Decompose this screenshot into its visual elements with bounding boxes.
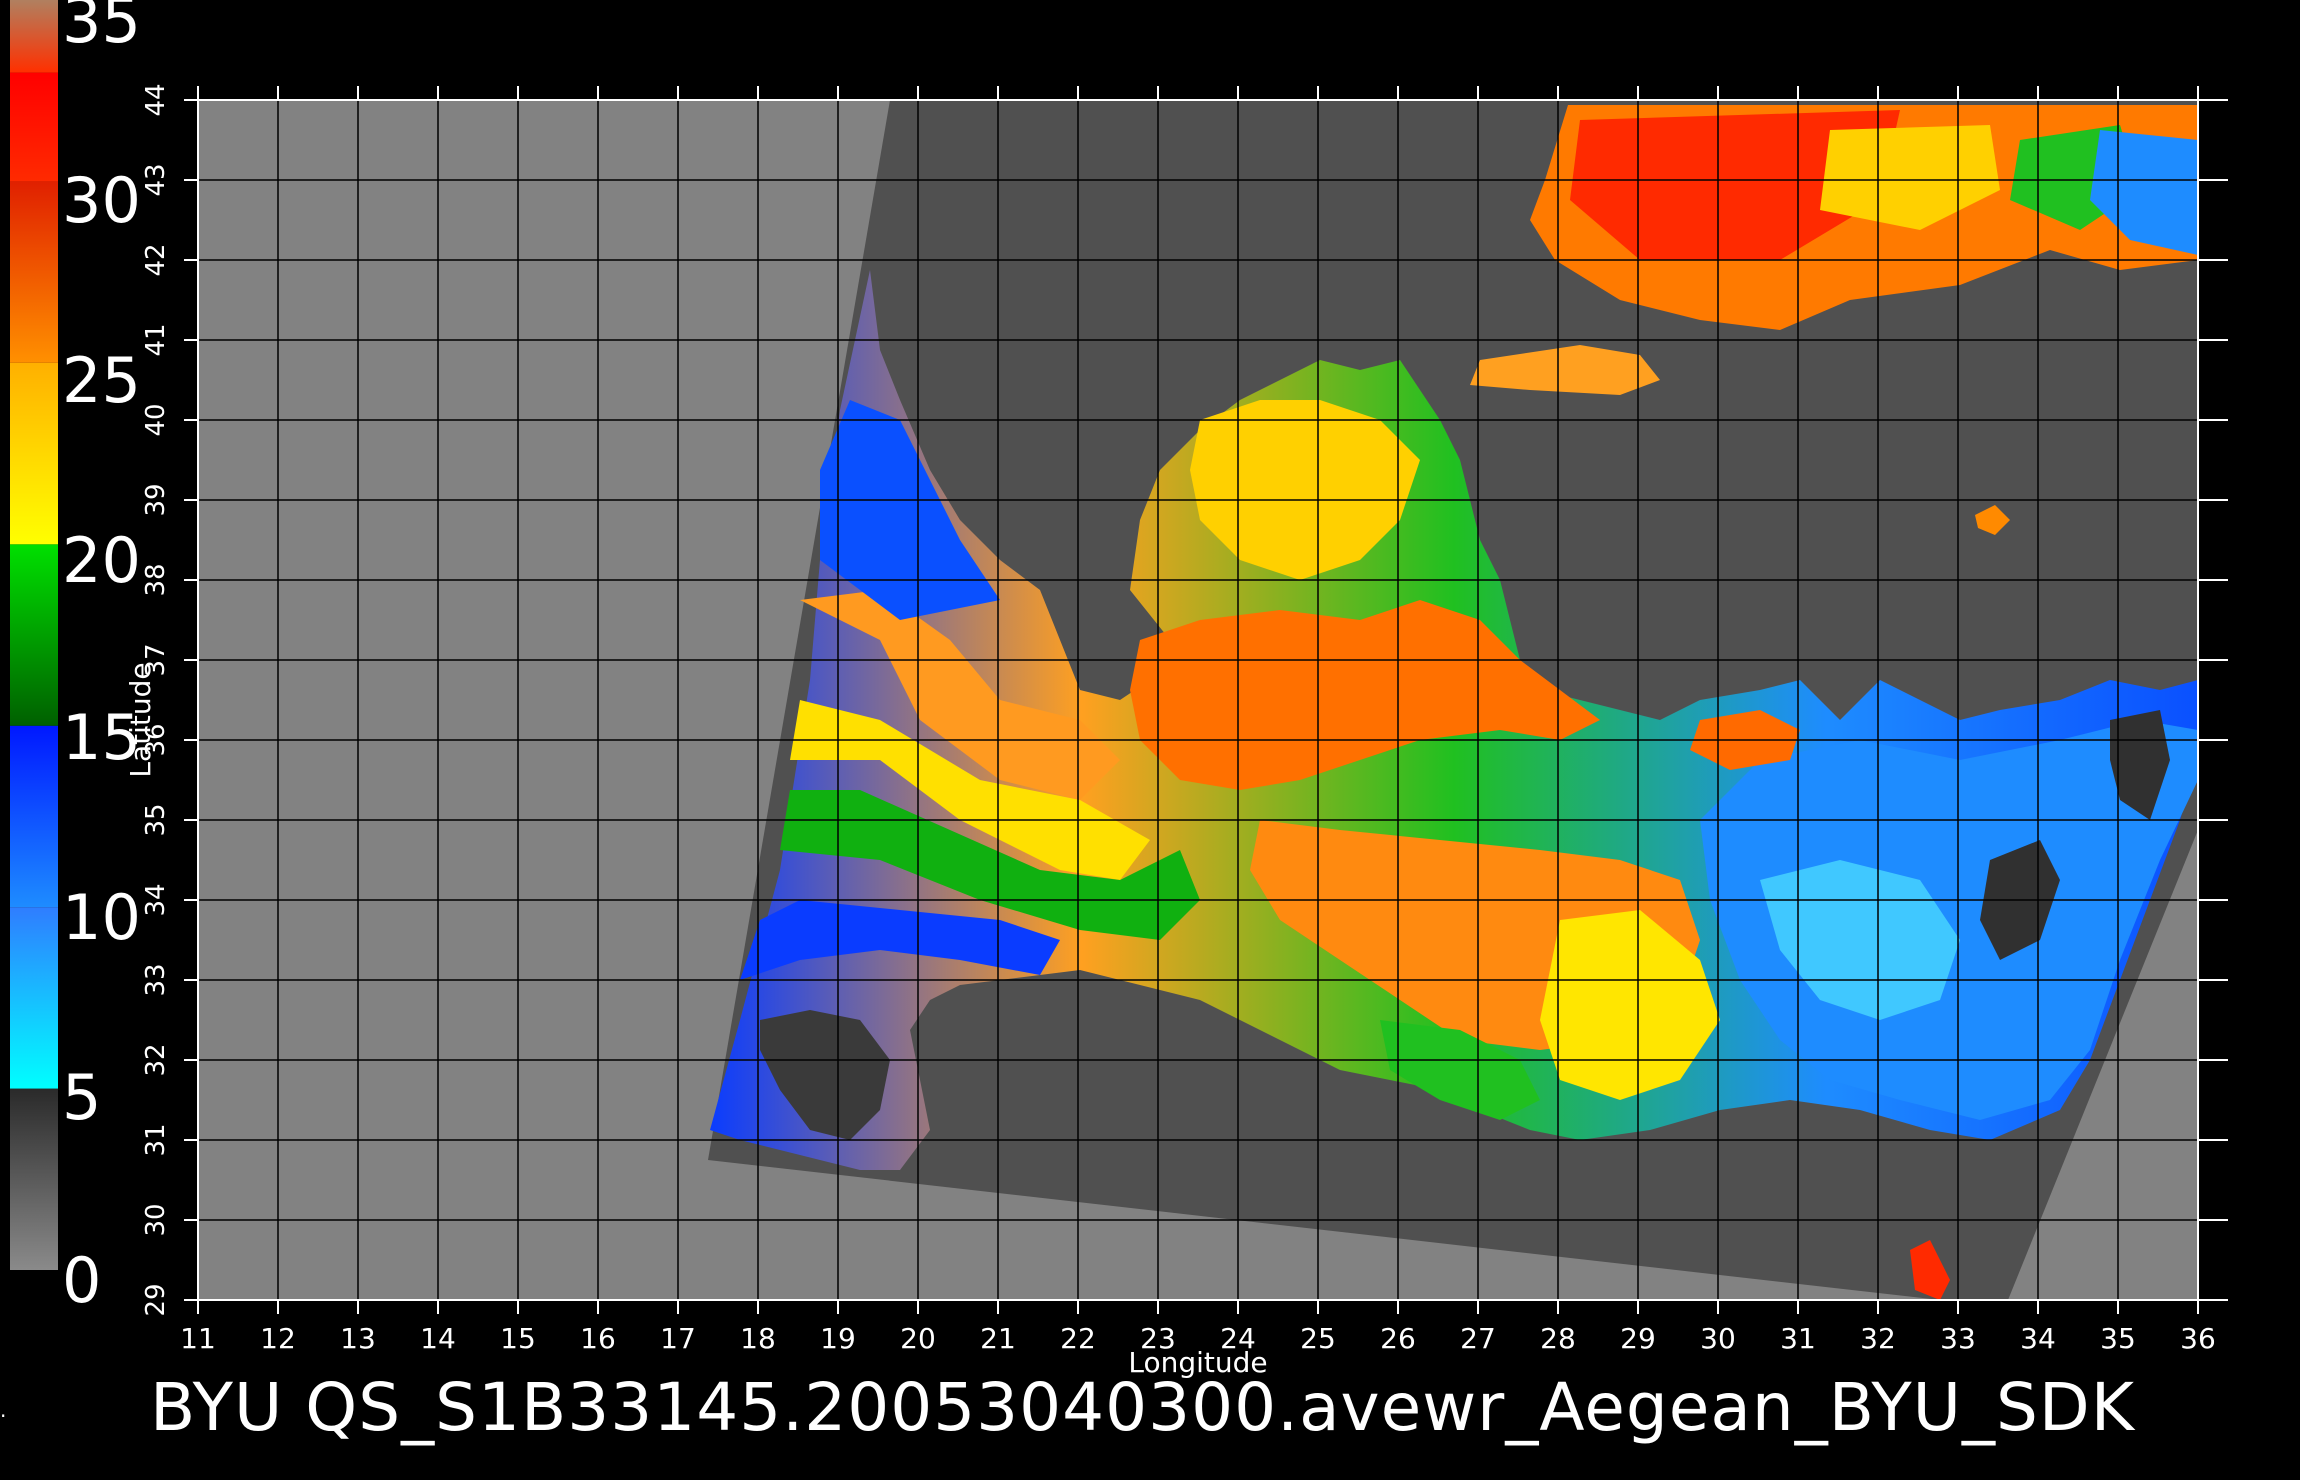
lat-tick-label: 29	[141, 1283, 171, 1316]
lon-tick-label: 30	[1700, 1322, 1736, 1355]
lon-tick-label: 13	[340, 1322, 376, 1355]
lat-tick-label: 39	[141, 483, 171, 516]
lon-tick-label: 17	[660, 1322, 696, 1355]
lon-tick-label: 29	[1620, 1322, 1656, 1355]
lon-tick-label: 22	[1060, 1322, 1096, 1355]
wind-speed-map: 11 12 13 14 15 16 17 18 19 20 21 22 23 24 25 26 27 28 29 30…	[124, 83, 2228, 1379]
footer-mark: .	[0, 1398, 7, 1422]
lon-tick-label: 35	[2100, 1322, 2136, 1355]
lon-tick-label: 28	[1540, 1322, 1576, 1355]
lon-tick-label: 26	[1380, 1322, 1416, 1355]
lat-tick-label: 32	[141, 1043, 171, 1076]
lon-tick-label: 15	[500, 1322, 536, 1355]
lon-tick-label: 27	[1460, 1322, 1496, 1355]
lat-tick-label: 40	[141, 403, 171, 436]
y-axis-label: Latitude	[124, 662, 157, 777]
lon-tick-label: 12	[260, 1322, 296, 1355]
lat-tick-label: 44	[141, 83, 171, 116]
lon-tick-label: 21	[980, 1322, 1016, 1355]
lon-tick-label: 18	[740, 1322, 776, 1355]
lat-tick-label: 30	[141, 1203, 171, 1236]
lat-tick-label: 35	[141, 803, 171, 836]
lat-tick-label: 38	[141, 563, 171, 596]
image-title: BYU QS_S1B33145.20053040300.avewr_Aegean…	[150, 1369, 2135, 1446]
lon-tick-label: 20	[900, 1322, 936, 1355]
lon-tick-label: 32	[1860, 1322, 1896, 1355]
lon-tick-label: 33	[1940, 1322, 1976, 1355]
lat-tick-label: 31	[141, 1123, 171, 1156]
lat-tick-label: 41	[141, 323, 171, 356]
lon-tick-label: 16	[580, 1322, 616, 1355]
lon-tick-label: 31	[1780, 1322, 1816, 1355]
lat-tick-label: 42	[141, 243, 171, 276]
lat-tick-label: 34	[141, 883, 171, 916]
lon-tick-label: 14	[420, 1322, 456, 1355]
lon-tick-label: 19	[820, 1322, 856, 1355]
lon-tick-label: 34	[2020, 1322, 2056, 1355]
lon-tick-label: 25	[1300, 1322, 1336, 1355]
lat-tick-label: 43	[141, 163, 171, 196]
lon-tick-label: 36	[2180, 1322, 2216, 1355]
lon-tick-label: 11	[180, 1322, 216, 1355]
lat-tick-label: 33	[141, 963, 171, 996]
